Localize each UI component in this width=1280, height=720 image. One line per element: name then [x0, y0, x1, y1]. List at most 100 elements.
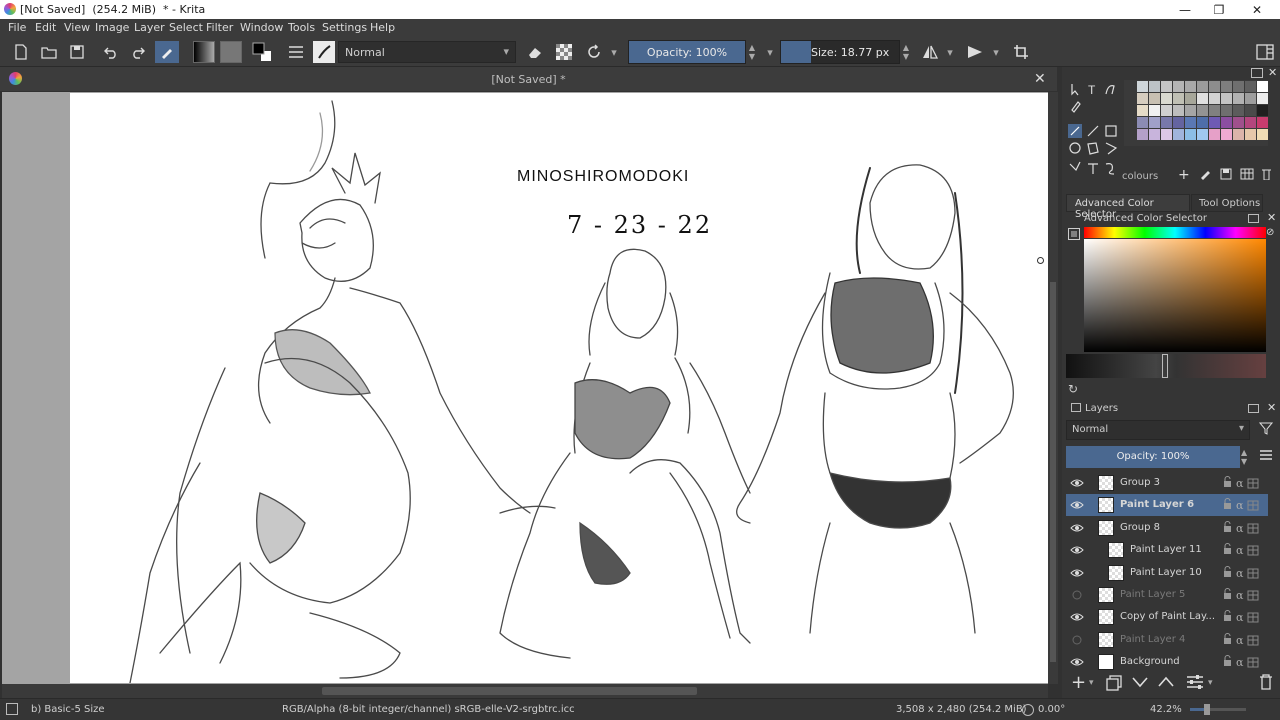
chevron-down-icon[interactable]: ▾ [764, 41, 776, 63]
horizontal-scrollbar[interactable] [2, 684, 1048, 698]
color-swatch[interactable] [1173, 129, 1184, 140]
color-swatch[interactable] [1209, 81, 1220, 92]
color-swatch[interactable] [1173, 93, 1184, 104]
close-docker-icon[interactable]: ✕ [1267, 211, 1276, 224]
color-swatch[interactable] [1161, 129, 1172, 140]
maximize-button[interactable]: ❐ [1200, 0, 1238, 19]
layer-row[interactable]: Group 3 α [1066, 472, 1268, 494]
color-swatch[interactable] [1257, 129, 1268, 140]
layer-row[interactable]: Copy of Paint Lay... α [1066, 606, 1268, 628]
menu-select[interactable]: Select [169, 21, 203, 34]
color-swatch[interactable] [1173, 117, 1184, 128]
brush-size-slider[interactable]: Size: 18.77 px [780, 40, 900, 64]
color-swatch[interactable] [1245, 93, 1256, 104]
palette-swatches[interactable] [1124, 80, 1268, 146]
color-swatch[interactable] [1125, 129, 1136, 140]
saturation-value-square[interactable] [1084, 239, 1266, 352]
eye-visible-icon[interactable] [1070, 521, 1084, 535]
float-docker-icon[interactable] [1248, 404, 1259, 413]
color-swatch[interactable] [1149, 81, 1160, 92]
color-swatch[interactable] [1221, 129, 1232, 140]
refresh-icon[interactable]: ↻ [1068, 382, 1078, 396]
horizontal-scroll-thumb[interactable] [322, 687, 697, 695]
filter-icon[interactable] [1259, 421, 1273, 435]
layer-row[interactable]: Group 8 α [1066, 517, 1268, 539]
color-swatch[interactable] [1197, 105, 1208, 116]
color-swatch[interactable] [1161, 117, 1172, 128]
color-swatch[interactable] [1125, 117, 1136, 128]
layer-row[interactable]: Paint Layer 4 α [1066, 629, 1268, 651]
chevron-down-icon[interactable]: ▾ [944, 41, 956, 63]
layer-property-icons[interactable]: α [1222, 543, 1262, 557]
layer-row[interactable]: Paint Layer 6 α [1066, 494, 1268, 517]
float-docker-icon[interactable] [1251, 68, 1263, 78]
color-swatch[interactable] [1197, 81, 1208, 92]
current-brush-preview-icon[interactable] [313, 41, 335, 63]
add-swatch-icon[interactable]: + [1178, 167, 1190, 183]
menu-help[interactable]: Help [370, 21, 395, 34]
layer-properties-icon[interactable] [1186, 674, 1204, 690]
vertical-scroll-thumb[interactable] [1050, 282, 1056, 662]
eye-visible-icon[interactable] [1070, 655, 1084, 669]
delete-layer-icon[interactable] [1259, 674, 1273, 690]
chevron-down-icon[interactable]: ▾ [990, 41, 1002, 63]
blend-mode-dropdown[interactable]: Normal ▾ [338, 41, 516, 63]
color-swatch[interactable] [1173, 105, 1184, 116]
close-docker-icon[interactable]: ✕ [1267, 401, 1276, 414]
chevron-down-icon[interactable]: ▾ [608, 41, 620, 63]
zoom-slider[interactable] [1190, 704, 1246, 715]
menu-file[interactable]: File [8, 21, 26, 34]
move-layer-up-icon[interactable] [1158, 676, 1174, 688]
no-color-icon[interactable]: ⊘ [1266, 227, 1274, 238]
eye-visible-icon[interactable] [1070, 610, 1084, 624]
redo-icon[interactable] [127, 41, 149, 63]
color-swatch[interactable] [1209, 129, 1220, 140]
brush-editor-icon[interactable] [155, 41, 179, 63]
color-swatch[interactable] [1233, 117, 1244, 128]
gradient-preset-icon[interactable] [193, 41, 215, 63]
document-tab[interactable]: [Not Saved] * ✕ [0, 67, 1057, 91]
color-swatch[interactable] [1221, 93, 1232, 104]
open-folder-icon[interactable] [38, 41, 60, 63]
menu-filter[interactable]: Filter [206, 21, 233, 34]
color-swatch[interactable] [1185, 105, 1196, 116]
color-swatch[interactable] [1245, 81, 1256, 92]
layer-property-icons[interactable]: α [1222, 632, 1262, 647]
color-swatch[interactable] [1233, 129, 1244, 140]
float-docker-icon[interactable] [1248, 214, 1259, 223]
color-swatch[interactable] [1149, 129, 1160, 140]
foreground-background-colors-icon[interactable] [251, 41, 273, 63]
color-swatch[interactable] [1185, 93, 1196, 104]
color-swatch[interactable] [1149, 105, 1160, 116]
menu-view[interactable]: View [64, 21, 90, 34]
workspace-chooser-icon[interactable] [1254, 41, 1276, 63]
color-swatch[interactable] [1137, 81, 1148, 92]
menu-tools[interactable]: Tools [288, 21, 315, 34]
color-swatch[interactable] [1197, 129, 1208, 140]
color-swatch[interactable] [1161, 81, 1172, 92]
swatch-grid[interactable] [1124, 80, 1268, 141]
rotation-icon[interactable] [1022, 704, 1034, 716]
eye-hidden-icon[interactable] [1070, 588, 1084, 602]
color-swatch[interactable] [1257, 105, 1268, 116]
color-swatch[interactable] [1125, 81, 1136, 92]
color-swatch[interactable] [1137, 105, 1148, 116]
color-swatch[interactable] [1185, 81, 1196, 92]
color-swatch[interactable] [1257, 93, 1268, 104]
hue-slider[interactable] [1084, 227, 1266, 238]
color-swatch[interactable] [1197, 117, 1208, 128]
color-swatch[interactable] [1137, 129, 1148, 140]
duplicate-layer-icon[interactable] [1106, 675, 1122, 691]
color-swatch[interactable] [1245, 105, 1256, 116]
color-swatch[interactable] [1209, 93, 1220, 104]
layer-property-icons[interactable]: α [1222, 588, 1262, 602]
layer-blend-mode-dropdown[interactable]: Normal ▾ [1066, 420, 1250, 440]
color-swatch[interactable] [1125, 93, 1136, 104]
mirror-horizontal-icon[interactable] [919, 41, 941, 63]
color-history-strip[interactable] [1066, 354, 1266, 378]
opacity-spin-icon[interactable]: ▲ ▼ [746, 41, 758, 63]
color-swatch[interactable] [1245, 129, 1256, 140]
mirror-vertical-icon[interactable] [964, 41, 986, 63]
color-swatch[interactable] [1197, 93, 1208, 104]
save-palette-icon[interactable] [1220, 168, 1232, 180]
